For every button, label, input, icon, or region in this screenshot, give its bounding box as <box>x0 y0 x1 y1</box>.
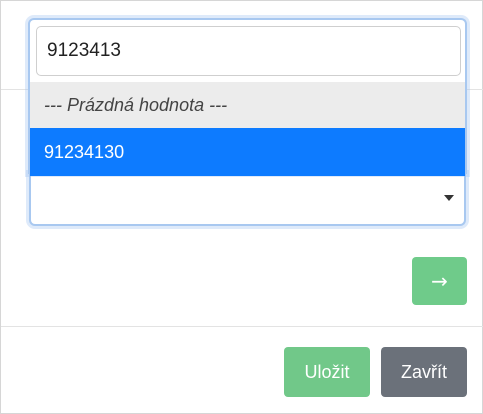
chevron-down-icon[interactable] <box>444 195 454 201</box>
save-button[interactable]: Uložit <box>284 347 370 397</box>
footer-divider <box>1 326 483 327</box>
value-select[interactable] <box>29 173 466 226</box>
arrow-right-icon: → <box>431 269 448 293</box>
option-empty-value[interactable]: --- Prázdná hodnota --- <box>30 82 465 128</box>
next-button[interactable]: → <box>412 257 467 305</box>
select-dropdown: --- Prázdná hodnota --- 91234130 <box>28 18 467 176</box>
option-selected[interactable]: 91234130 <box>30 128 465 176</box>
modal-dialog: --- Prázdná hodnota --- 91234130 → Uloži… <box>0 0 483 414</box>
close-button[interactable]: Zavřít <box>381 347 467 397</box>
search-input[interactable] <box>36 26 461 76</box>
